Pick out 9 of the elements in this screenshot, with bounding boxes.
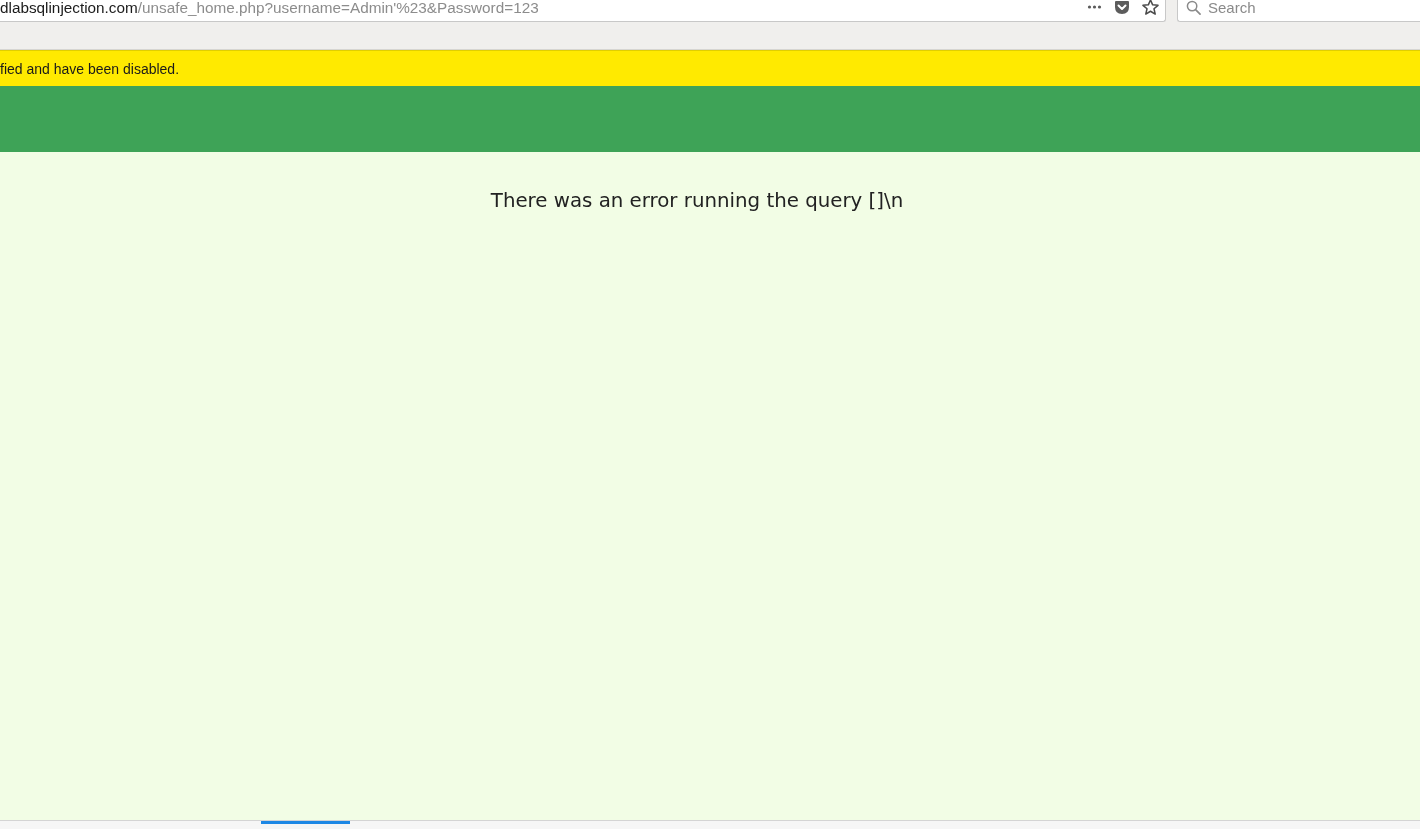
search-icon xyxy=(1186,0,1201,15)
notification-text: fied and have been disabled. xyxy=(0,60,180,77)
search-field[interactable]: Search xyxy=(1177,0,1420,22)
more-actions-icon[interactable] xyxy=(1087,4,1102,9)
shield-icon[interactable] xyxy=(1114,0,1130,15)
url-text: dlabsqlinjection.com/unsafe_home.php?username=Admin'%23&Password=123 xyxy=(0,0,539,17)
error-message: There was an error running the query []\n xyxy=(490,188,904,214)
star-icon[interactable] xyxy=(1142,0,1159,15)
address-bar[interactable]: dlabsqlinjection.com/unsafe_home.php?username=Admin'%23&Password=123 xyxy=(0,0,1166,22)
